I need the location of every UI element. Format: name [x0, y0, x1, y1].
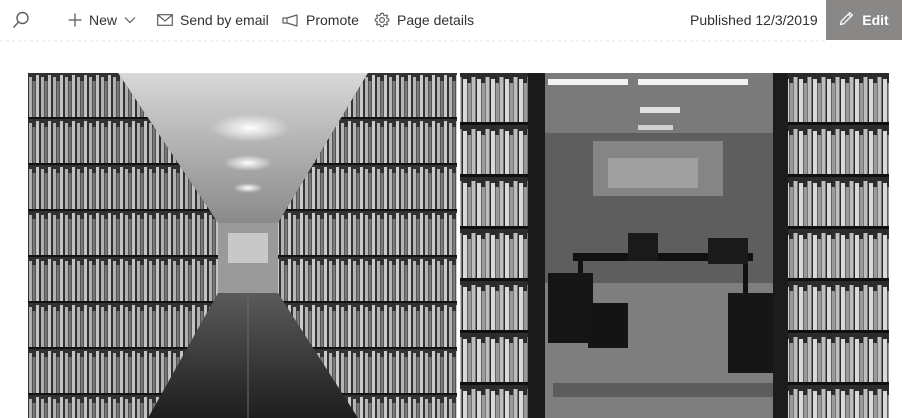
mail-icon	[157, 14, 173, 26]
command-bar: New Send by email Promote Page details P…	[0, 0, 902, 40]
edit-button-label: Edit	[862, 12, 889, 28]
command-bar-divider	[0, 40, 826, 42]
send-by-email-button[interactable]: Send by email	[157, 0, 269, 40]
page-details-button[interactable]: Page details	[374, 0, 474, 40]
library-reading-room-photo	[460, 73, 889, 418]
gear-icon	[374, 12, 390, 28]
pencil-icon	[839, 11, 854, 29]
page-details-label: Page details	[397, 12, 475, 28]
plus-icon	[68, 13, 82, 27]
hero-images	[28, 73, 889, 418]
published-status: Published 12/3/2019	[690, 12, 818, 28]
promote-button[interactable]: Promote	[282, 0, 359, 40]
edit-button[interactable]: Edit	[826, 0, 902, 40]
send-by-email-label: Send by email	[180, 12, 269, 28]
hero-image-section	[28, 73, 889, 418]
library-aisle-photo	[28, 73, 457, 418]
search-icon[interactable]	[10, 9, 32, 31]
new-button-label: New	[89, 12, 118, 28]
megaphone-icon	[282, 13, 299, 27]
new-button[interactable]: New	[68, 0, 136, 40]
promote-label: Promote	[306, 12, 359, 28]
chevron-down-icon[interactable]	[124, 16, 136, 24]
